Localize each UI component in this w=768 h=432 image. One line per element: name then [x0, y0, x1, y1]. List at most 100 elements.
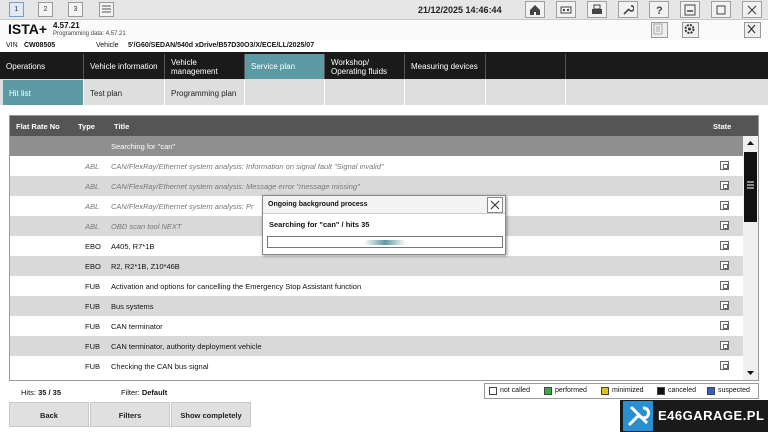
- show-completely-button[interactable]: Show completely: [171, 402, 251, 427]
- watermark-text: E46GARAGE.PL: [658, 408, 765, 423]
- table-row[interactable]: FUB CAN terminator, authority deployment…: [10, 336, 743, 356]
- row-type: FUB: [85, 282, 100, 291]
- row-type: FUB: [85, 302, 100, 311]
- dialog-close-button[interactable]: [487, 197, 503, 213]
- header-flat-rate[interactable]: Flat Rate No: [16, 122, 60, 131]
- header-type[interactable]: Type: [78, 122, 95, 131]
- nav-vehicle-management[interactable]: Vehicle management: [165, 54, 245, 79]
- app-brand: ISTA+: [8, 21, 48, 37]
- main-nav: Operations Vehicle information Vehicle m…: [0, 52, 768, 79]
- restore-icon: [716, 5, 726, 15]
- restore-button[interactable]: [711, 1, 731, 18]
- document-button[interactable]: [651, 22, 668, 38]
- programming-data-value: 4.57.21: [105, 31, 126, 37]
- minimize-icon: [684, 4, 696, 16]
- home-icon: [530, 5, 540, 15]
- back-button[interactable]: Back: [9, 402, 89, 427]
- programming-data-label: Programming data:: [53, 31, 105, 37]
- nav-empty-1: [486, 54, 566, 79]
- hits-label: Hits:: [21, 388, 36, 397]
- list-icon: [102, 5, 111, 13]
- close-app-button[interactable]: [742, 1, 762, 18]
- nav-service-plan[interactable]: Service plan: [245, 54, 325, 79]
- scroll-down-button[interactable]: [743, 366, 758, 380]
- subnav-empty-5: [566, 80, 768, 105]
- scrollbar-thumb[interactable]: [744, 152, 757, 222]
- app-header: ISTA+ 4.57.21 Programming data: 4.57.21: [0, 20, 768, 40]
- legend-not-called-icon: [489, 387, 497, 395]
- row-type: ABL: [85, 162, 100, 171]
- help-icon: ?: [656, 5, 663, 16]
- state-not-called-icon: [720, 241, 729, 250]
- header-title[interactable]: Title: [114, 122, 129, 131]
- table-row[interactable]: FUB Checking the CAN bus signal: [10, 356, 743, 376]
- close-icon: [490, 200, 500, 210]
- row-title: R2, R2*1B, Z10*46B: [111, 262, 180, 271]
- legend-canceled: canceled: [668, 387, 697, 394]
- state-not-called-icon: [720, 161, 729, 170]
- vehicle-label: Vehicle: [96, 42, 119, 49]
- help-button[interactable]: ?: [649, 1, 669, 18]
- background-process-dialog: Ongoing background process Searching for…: [262, 195, 506, 255]
- filter-value: Default: [141, 388, 168, 397]
- header-state[interactable]: State: [713, 122, 731, 131]
- row-title: CAN/FlexRay/Ethernet system analysis: Me…: [111, 182, 360, 191]
- legend-minimized: minimized: [612, 387, 644, 394]
- list-view-button[interactable]: [99, 2, 114, 17]
- row-title: Bus systems: [111, 302, 154, 311]
- vehicle-info-row: VIN CW08505 Vehicle 5'/G60/SEDAN/540d xD…: [0, 40, 768, 52]
- legend-canceled-icon: [657, 387, 665, 395]
- scroll-up-button[interactable]: [743, 136, 758, 150]
- nav-vehicle-information[interactable]: Vehicle information: [84, 54, 165, 79]
- top-bar: 1 2 3 21/12/2025 14:46:44 ?: [0, 0, 768, 20]
- subnav-programming-plan[interactable]: Programming plan: [165, 80, 245, 105]
- window-tab-3[interactable]: 3: [68, 2, 83, 17]
- nav-operations[interactable]: Operations: [0, 54, 84, 79]
- progress-indicator: [363, 240, 407, 245]
- window-tab-1[interactable]: 1: [9, 2, 24, 17]
- vehicle-value: 5'/G60/SEDAN/540d xDrive/B57D30O3/X/ECE/…: [128, 42, 315, 49]
- home-button[interactable]: [525, 1, 545, 18]
- svg-text:?: ?: [656, 5, 663, 16]
- subnav-empty-1: [245, 80, 325, 105]
- programming-data: Programming data: 4.57.21: [53, 31, 126, 37]
- state-not-called-icon: [720, 261, 729, 270]
- table-row[interactable]: ABL CAN/FlexRay/Ethernet system analysis…: [10, 156, 743, 176]
- settings-button[interactable]: [682, 22, 699, 38]
- minimize-button[interactable]: [680, 1, 700, 18]
- subnav-empty-4: [486, 80, 566, 105]
- table-scrollbar[interactable]: [743, 136, 758, 380]
- nav-measuring-devices[interactable]: Measuring devices: [405, 54, 486, 79]
- vin-label: VIN: [6, 42, 18, 49]
- chevron-down-icon: [747, 371, 754, 375]
- legend-not-called: not called: [500, 387, 530, 394]
- filters-button[interactable]: Filters: [90, 402, 170, 427]
- subnav-hit-list[interactable]: Hit list: [3, 80, 84, 105]
- row-type: ABL: [85, 202, 100, 211]
- window-tab-2[interactable]: 2: [38, 2, 53, 17]
- state-not-called-icon: [720, 341, 729, 350]
- datetime: 21/12/2025 14:46:44: [418, 5, 502, 15]
- table-row[interactable]: EBO R2, R2*1B, Z10*46B: [10, 256, 743, 276]
- print-icon: [592, 4, 602, 14]
- nav-workshop-operating-fluids[interactable]: Workshop/ Operating fluids: [325, 54, 405, 79]
- subnav-empty-2: [325, 80, 405, 105]
- searching-text: Searching for "can": [111, 142, 176, 151]
- tools-button[interactable]: [618, 1, 638, 18]
- connection-button[interactable]: [556, 1, 576, 18]
- state-not-called-icon: [720, 201, 729, 210]
- row-title: Activation and options for cancelling th…: [111, 282, 362, 291]
- close-session-button[interactable]: [744, 22, 761, 38]
- state-not-called-icon: [720, 181, 729, 190]
- state-not-called-icon: [720, 221, 729, 230]
- subnav-test-plan[interactable]: Test plan: [84, 80, 165, 105]
- table-row[interactable]: FUB Activation and options for cancellin…: [10, 276, 743, 296]
- table-row[interactable]: ABL CAN/FlexRay/Ethernet system analysis…: [10, 176, 743, 196]
- close-icon: [747, 5, 757, 15]
- table-row[interactable]: FUB Bus systems: [10, 296, 743, 316]
- row-type: FUB: [85, 342, 100, 351]
- table-row[interactable]: FUB CAN terminator: [10, 316, 743, 336]
- print-button[interactable]: [587, 1, 607, 18]
- row-type: ABL: [85, 222, 100, 231]
- hits-value: 35 / 35: [38, 388, 62, 397]
